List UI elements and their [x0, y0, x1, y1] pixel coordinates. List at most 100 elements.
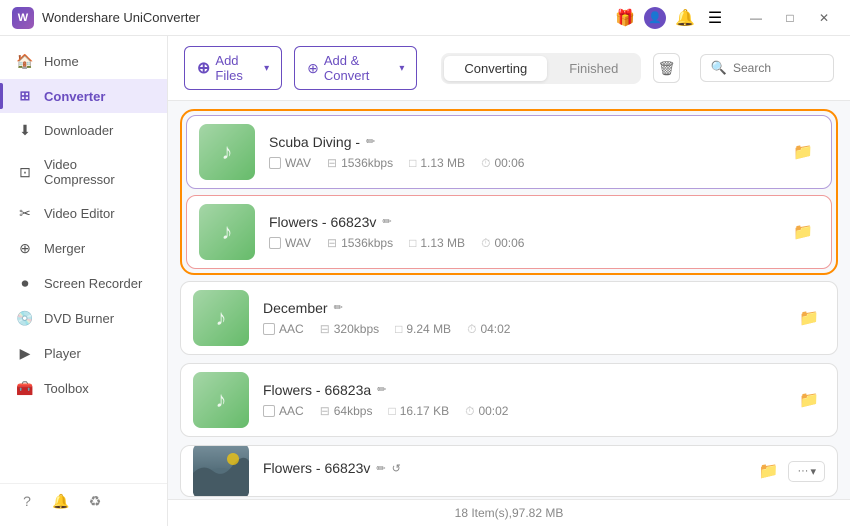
user-icon[interactable]: 👤: [644, 7, 666, 29]
home-icon: 🏠: [16, 53, 34, 70]
file-thumbnail: ♪: [193, 372, 249, 428]
window-controls: — □ ✕: [742, 7, 838, 29]
file-item: Flowers - 66823v ✏ ↺ 📁 ··· ▾: [180, 445, 838, 497]
add-files-label: Add Files: [215, 53, 259, 83]
format-meta: WAV: [269, 236, 311, 250]
ellipsis-icon: ···: [797, 465, 808, 477]
app-title: Wondershare UniConverter: [42, 10, 200, 25]
gift-icon[interactable]: 🎁: [614, 7, 636, 29]
search-input[interactable]: [733, 61, 823, 75]
status-text: 18 Item(s),97.82 MB: [455, 506, 564, 520]
notifications-icon[interactable]: 🔔: [50, 490, 72, 512]
file-info: Flowers - 66823a ✏ AAC ⊟ 64kbps: [263, 382, 785, 419]
maximize-button[interactable]: □: [776, 7, 804, 29]
edit-icon[interactable]: ✏: [366, 135, 375, 148]
edit-icon[interactable]: ✏: [382, 215, 391, 228]
file-info: Flowers - 66823v ✏ WAV ⊟ 1536k: [269, 214, 779, 251]
refresh-icon[interactable]: ♻: [84, 490, 106, 512]
edit-icon[interactable]: ✏: [334, 301, 343, 314]
format-icon: [263, 405, 275, 417]
duration-meta: ⏱ 00:06: [481, 156, 524, 171]
sidebar-item-dvd-burner[interactable]: 💿 DVD Burner: [0, 301, 167, 336]
clock-icon: ⏱: [467, 322, 476, 337]
bell-icon[interactable]: 🔔: [674, 7, 696, 29]
downloader-icon: ⬇: [16, 122, 34, 139]
format-icon: [263, 323, 275, 335]
format-meta: AAC: [263, 322, 304, 336]
clock-icon: ⏱: [481, 156, 490, 171]
sidebar-item-video-compressor[interactable]: ⊡ Video Compressor: [0, 148, 167, 196]
duration-meta: ⏱ 00:02: [465, 404, 508, 419]
folder-action[interactable]: 📁: [787, 216, 819, 248]
size-icon: □: [409, 156, 416, 170]
sidebar-item-converter[interactable]: ⊞ Converter: [0, 79, 167, 113]
format-icon: [269, 157, 281, 169]
player-icon: ▶: [16, 345, 34, 362]
converting-group: ♪ Scuba Diving - ✏ WAV: [180, 109, 838, 275]
merger-icon: ⊕: [16, 240, 34, 257]
add-convert-button[interactable]: ⊕ Add & Convert ▾: [294, 46, 417, 90]
sidebar-item-video-editor[interactable]: ✂ Video Editor: [0, 196, 167, 231]
file-name: Flowers - 66823v ✏: [269, 214, 779, 230]
file-meta: AAC ⊟ 64kbps □ 16.17 KB ⏱ 00:02: [263, 404, 785, 419]
minimize-button[interactable]: —: [742, 7, 770, 29]
size-meta: □ 1.13 MB: [409, 236, 465, 250]
more-options-button[interactable]: ··· ▾: [788, 461, 825, 482]
tab-finished[interactable]: Finished: [549, 56, 638, 81]
size-meta: □ 1.13 MB: [409, 156, 465, 170]
sidebar-item-player[interactable]: ▶ Player: [0, 336, 167, 371]
close-button[interactable]: ✕: [810, 7, 838, 29]
file-meta: WAV ⊟ 1536kbps □ 1.13 MB: [269, 156, 779, 171]
size-meta: □ 16.17 KB: [388, 404, 449, 418]
bitrate-meta: ⊟ 320kbps: [320, 322, 379, 336]
size-icon: □: [409, 236, 416, 250]
file-meta: WAV ⊟ 1536kbps □ 1.13 MB: [269, 236, 779, 251]
sidebar-item-home[interactable]: 🏠 Home: [0, 44, 167, 79]
edit-icon[interactable]: ✏: [376, 462, 385, 475]
folder-action[interactable]: 📁: [793, 384, 825, 416]
file-thumbnail: ♪: [199, 204, 255, 260]
folder-action[interactable]: 📁: [787, 136, 819, 168]
size-meta: □ 9.24 MB: [395, 322, 451, 336]
bitrate-meta: ⊟ 64kbps: [320, 404, 373, 418]
menu-icon[interactable]: ☰: [704, 7, 726, 29]
sidebar-item-downloader[interactable]: ⬇ Downloader: [0, 113, 167, 148]
sidebar-item-screen-recorder[interactable]: ⏺ Screen Recorder: [0, 266, 167, 301]
help-icon[interactable]: ?: [16, 490, 38, 512]
folder-action[interactable]: 📁: [793, 302, 825, 334]
converting-group-outline: ♪ Scuba Diving - ✏ WAV: [180, 109, 838, 275]
edit-icon[interactable]: ✏: [377, 383, 386, 396]
file-info: Scuba Diving - ✏ WAV ⊟ 1536kbp: [269, 134, 779, 171]
bitrate-icon: ⊟: [320, 322, 330, 336]
refresh-icon[interactable]: ↺: [392, 462, 401, 475]
add-convert-chevron: ▾: [399, 63, 404, 74]
add-convert-icon: ⊕: [307, 60, 319, 77]
delete-button[interactable]: 🗑: [653, 53, 679, 83]
app-icon: W: [12, 7, 34, 29]
file-item: ♪ Scuba Diving - ✏ WAV: [186, 115, 832, 189]
file-meta: AAC ⊟ 320kbps □ 9.24 MB ⏱ 04:02: [263, 322, 785, 337]
video-editor-icon: ✂: [16, 205, 34, 222]
file-item: ♪ December ✏ AAC ⊟ 320kbps: [180, 281, 838, 355]
titlebar: W Wondershare UniConverter 🎁 👤 🔔 ☰ — □ ✕: [0, 0, 850, 36]
folder-action[interactable]: 📁: [752, 455, 784, 487]
add-files-button[interactable]: ⊕ Add Files ▾: [184, 46, 282, 90]
sidebar-item-toolbox[interactable]: 🧰 Toolbox: [0, 371, 167, 406]
sidebar-item-merger[interactable]: ⊕ Merger: [0, 231, 167, 266]
toolbox-icon: 🧰: [16, 380, 34, 397]
clock-icon: ⏱: [481, 236, 490, 251]
format-meta: WAV: [269, 156, 311, 170]
file-name: December ✏: [263, 300, 785, 316]
file-name: Flowers - 66823v ✏ ↺: [263, 460, 744, 476]
format-icon: [269, 237, 281, 249]
search-box: 🔍: [700, 54, 834, 82]
file-thumbnail: ♪: [193, 290, 249, 346]
file-name: Flowers - 66823a ✏: [263, 382, 785, 398]
file-thumbnail: ♪: [199, 124, 255, 180]
clock-icon: ⏱: [465, 404, 474, 419]
more-actions: 📁 ··· ▾: [744, 455, 825, 487]
duration-meta: ⏱ 04:02: [467, 322, 510, 337]
size-icon: □: [388, 404, 395, 418]
tab-converting[interactable]: Converting: [444, 56, 547, 81]
file-item: ♪ Flowers - 66823a ✏ AAC ⊟ 64kbps: [180, 363, 838, 437]
